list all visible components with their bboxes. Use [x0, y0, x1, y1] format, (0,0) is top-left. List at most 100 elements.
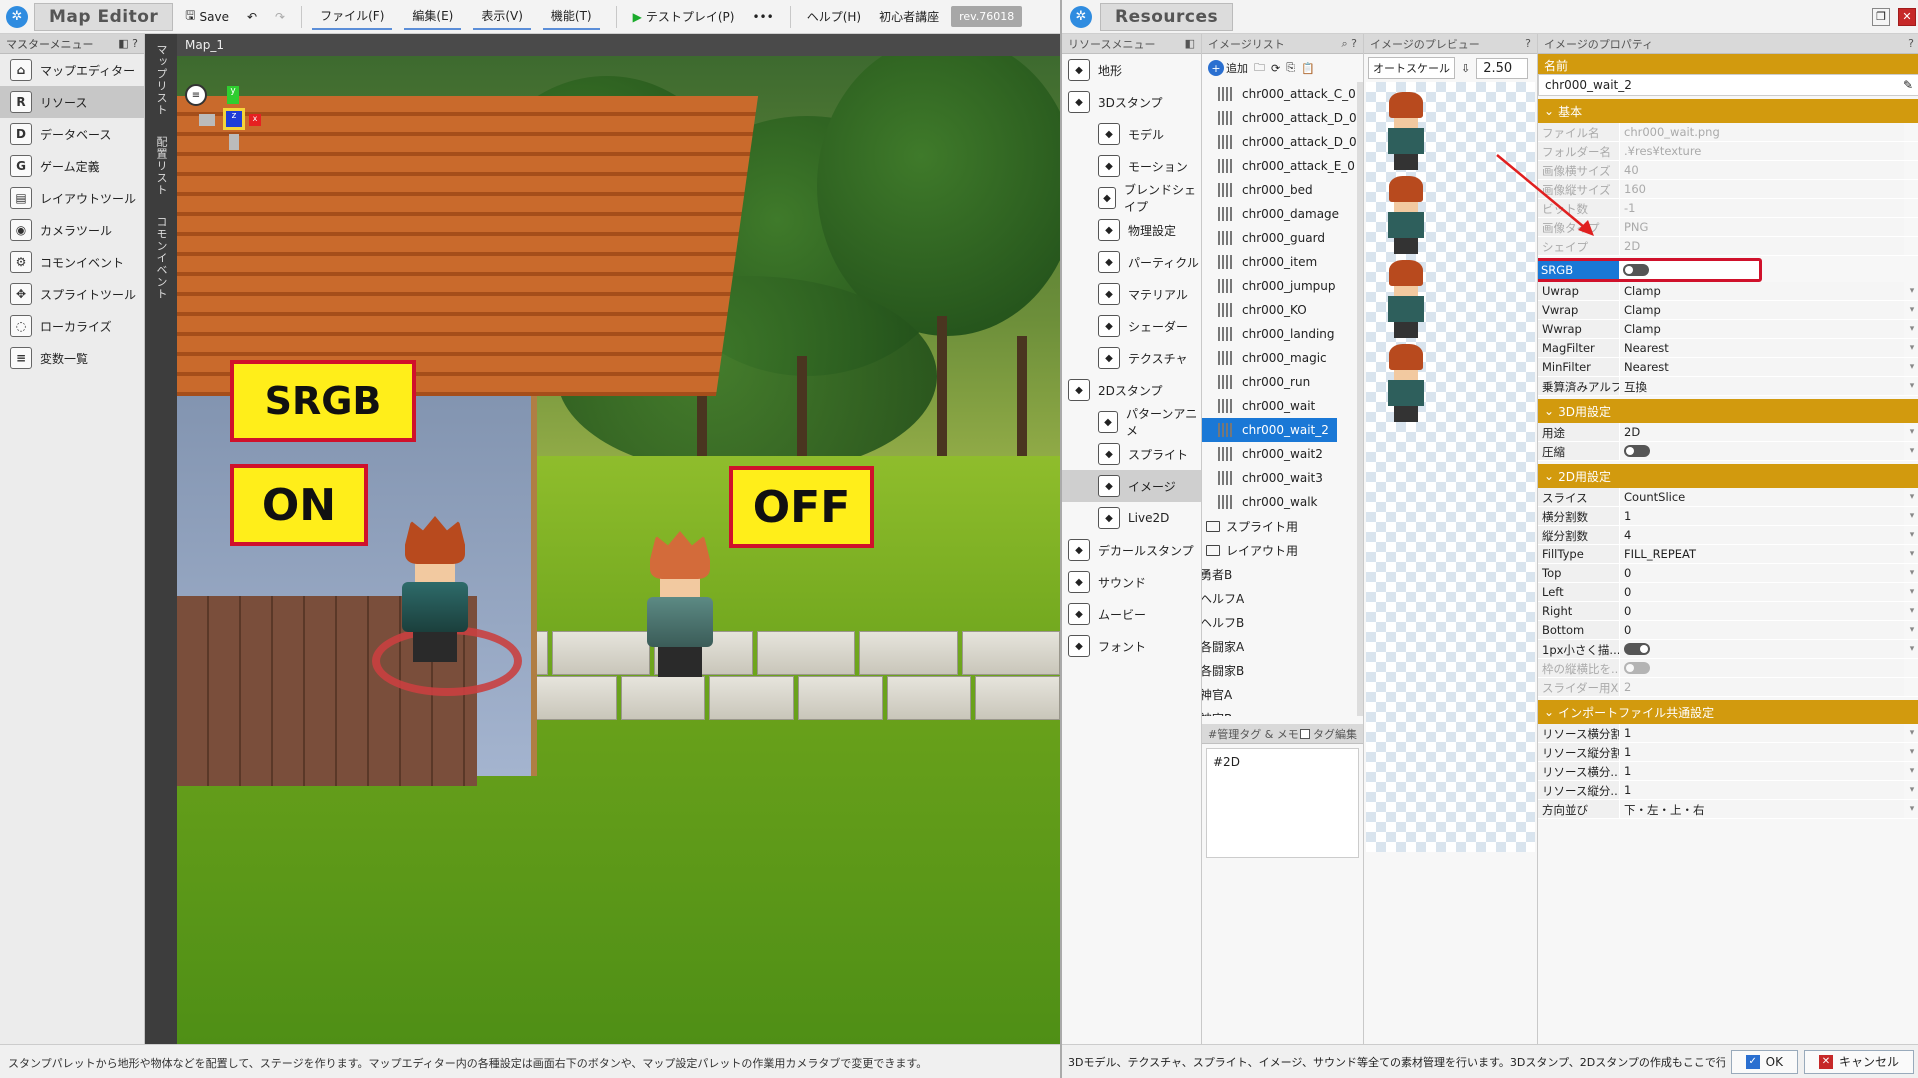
property-value[interactable]: 1	[1620, 724, 1904, 742]
image-list-item[interactable]: chr000_walk	[1202, 490, 1357, 514]
resource-item-12[interactable]: ◆ スプライト	[1062, 438, 1201, 470]
property-value[interactable]: Clamp	[1620, 301, 1904, 319]
tutorial-button[interactable]: 初心者講座	[873, 4, 945, 29]
dropdown-icon[interactable]: ▾	[1904, 800, 1918, 818]
dropdown-icon[interactable]: ▾	[1904, 526, 1918, 544]
dropdown-icon[interactable]: ▾	[1904, 743, 1918, 761]
resource-item-13[interactable]: ◆ イメージ	[1062, 470, 1201, 502]
dropdown-icon[interactable]: ▾	[1904, 762, 1918, 780]
y-axis-handle[interactable]: y	[227, 86, 239, 104]
property-value[interactable]: 1	[1620, 507, 1904, 525]
resource-item-3[interactable]: ◆ モーション	[1062, 150, 1201, 182]
image-list-item[interactable]: chr000_landing	[1202, 322, 1357, 346]
resource-item-5[interactable]: ◆ 物理設定	[1062, 214, 1201, 246]
property-row[interactable]: Wwrap Clamp ▾	[1538, 320, 1918, 339]
property-value[interactable]: CountSlice	[1620, 488, 1904, 506]
srgb-toggle[interactable]	[1623, 264, 1649, 276]
x-axis-handle[interactable]: x	[249, 114, 261, 126]
dropdown-icon[interactable]: ▾	[1904, 282, 1918, 300]
dropdown-icon[interactable]: ▾	[1904, 602, 1918, 620]
master-item-2[interactable]: D データベース	[0, 118, 144, 150]
property-row[interactable]: Uwrap Clamp ▾	[1538, 282, 1918, 301]
collapse-icon[interactable]: ◧	[1185, 37, 1195, 50]
master-item-3[interactable]: G ゲーム定義	[0, 150, 144, 182]
list-item[interactable]: 神官A	[1202, 682, 1357, 706]
image-list-item[interactable]: chr000_guard	[1202, 226, 1357, 250]
dropdown-icon[interactable]: ▾	[1904, 545, 1918, 563]
section-basic[interactable]: ⌄ 基本	[1538, 99, 1918, 123]
image-list-item[interactable]: chr000_wait	[1202, 394, 1357, 418]
axis-gizmo[interactable]: ≡ y z x	[185, 84, 265, 176]
list-item[interactable]: 各闘家A	[1202, 634, 1357, 658]
image-list-item[interactable]: chr000_KO	[1202, 298, 1357, 322]
help-icon[interactable]: ?	[1525, 37, 1531, 50]
property-value[interactable]: Nearest	[1620, 358, 1904, 376]
property-row[interactable]: Left 0 ▾	[1538, 583, 1918, 602]
property-row[interactable]: Bottom 0 ▾	[1538, 621, 1918, 640]
folder-item[interactable]: スプライト用	[1202, 514, 1357, 538]
collapse-icon[interactable]: ◧	[118, 37, 128, 50]
property-value[interactable]: 0	[1620, 621, 1904, 639]
property-value[interactable]	[1620, 640, 1904, 658]
property-row[interactable]: FillType FILL_REPEAT ▾	[1538, 545, 1918, 564]
resource-item-10[interactable]: ◆ 2Dスタンプ	[1062, 374, 1201, 406]
undo-button[interactable]: ↶	[241, 6, 263, 28]
list-item[interactable]: 神官B	[1202, 706, 1357, 717]
property-value[interactable]: 下・左・上・右	[1620, 800, 1904, 818]
master-item-7[interactable]: ✥ スプライトツール	[0, 278, 144, 310]
restore-icon[interactable]: ❐	[1872, 7, 1890, 26]
add-image-button[interactable]: + 追加	[1208, 60, 1248, 76]
resource-item-14[interactable]: ◆ Live2D	[1062, 502, 1201, 534]
z-axis-handle[interactable]: z	[223, 108, 245, 130]
section-import[interactable]: ⌄ インポートファイル共通設定	[1538, 700, 1918, 724]
scale-input[interactable]: 2.50	[1476, 57, 1529, 79]
folder-item[interactable]: レイアウト用	[1202, 538, 1357, 562]
property-row[interactable]: 枠の縦横比を...	[1538, 659, 1918, 678]
image-list-item[interactable]: chr000_attack_E_0	[1202, 154, 1357, 178]
master-item-6[interactable]: ⚙ コモンイベント	[0, 246, 144, 278]
property-row[interactable]: 圧縮 ▾	[1538, 442, 1918, 461]
name-field[interactable]: chr000_wait_2 ✎	[1538, 74, 1918, 96]
property-row[interactable]: リソース縦分割数1▾	[1538, 743, 1918, 762]
resource-item-18[interactable]: ◆ フォント	[1062, 630, 1201, 662]
resource-item-7[interactable]: ◆ マテリアル	[1062, 278, 1201, 310]
resource-item-15[interactable]: ◆ デカールスタンプ	[1062, 534, 1201, 566]
dropdown-icon[interactable]	[1904, 123, 1918, 141]
property-row[interactable]: Right 0 ▾	[1538, 602, 1918, 621]
image-list-item[interactable]: chr000_damage	[1202, 202, 1357, 226]
resource-item-16[interactable]: ◆ サウンド	[1062, 566, 1201, 598]
tags-textarea[interactable]: #2D	[1206, 748, 1359, 858]
dropdown-icon[interactable]	[1904, 161, 1918, 179]
dropdown-icon[interactable]	[1904, 142, 1918, 160]
dropdown-icon[interactable]: ▾	[1904, 724, 1918, 742]
property-row[interactable]: スライス CountSlice ▾	[1538, 488, 1918, 507]
tab-common-event[interactable]: コモンイベント	[153, 206, 169, 310]
resource-item-9[interactable]: ◆ テクスチャ	[1062, 342, 1201, 374]
property-row[interactable]: スライダー用X...2	[1538, 678, 1918, 697]
dropdown-icon[interactable]: ▾	[1904, 781, 1918, 799]
property-toggle[interactable]	[1624, 643, 1650, 655]
image-list-item[interactable]: chr000_magic	[1202, 346, 1357, 370]
property-value[interactable]: 4	[1620, 526, 1904, 544]
image-list-item[interactable]: chr000_bed	[1202, 178, 1357, 202]
search-icon[interactable]: ⌕ ?	[1342, 37, 1358, 51]
property-row[interactable]: 用途 2D ▾	[1538, 423, 1918, 442]
menu-tools[interactable]: 機能(T)	[542, 3, 600, 30]
property-row[interactable]: Top 0 ▾	[1538, 564, 1918, 583]
dropdown-icon[interactable]	[1904, 678, 1918, 696]
resource-item-1[interactable]: ◆ 3Dスタンプ	[1062, 86, 1201, 118]
image-list-item[interactable]: chr000_wait_2	[1202, 418, 1337, 442]
menu-edit[interactable]: 編集(E)	[404, 3, 462, 30]
edit-pencil-icon[interactable]: ✎	[1903, 78, 1913, 92]
property-row[interactable]: MagFilter Nearest ▾	[1538, 339, 1918, 358]
testplay-button[interactable]: ▶ テストプレイ(P)	[627, 4, 741, 29]
menu-circle-icon[interactable]: ≡	[185, 84, 207, 106]
character-srgb-on[interactable]	[402, 516, 468, 662]
map-scene[interactable]: ≡ y z x SRGB ON OFF	[177, 56, 1060, 1044]
resource-item-4[interactable]: ◆ ブレンドシェイプ	[1062, 182, 1201, 214]
property-row[interactable]: MinFilter Nearest ▾	[1538, 358, 1918, 377]
property-row[interactable]: 横分割数 1 ▾	[1538, 507, 1918, 526]
dropdown-icon[interactable]	[1904, 237, 1918, 255]
section-3d[interactable]: ⌄ 3D用設定	[1538, 399, 1918, 423]
ok-button[interactable]: ✓ OK	[1730, 1049, 1798, 1074]
